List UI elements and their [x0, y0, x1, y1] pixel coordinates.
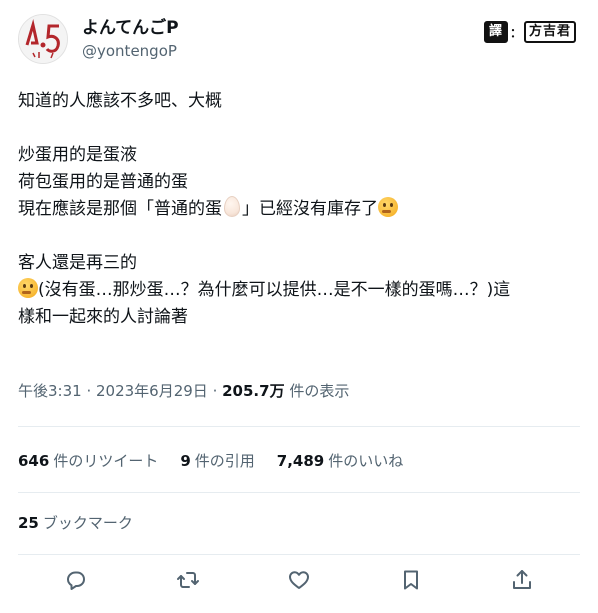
share-icon — [513, 570, 531, 589]
bookmark-label: ブックマーク — [42, 514, 133, 532]
quote-label: 件の引用 — [194, 452, 255, 470]
tweet-line: 現在應該是那個「普通的蛋 」已經沒有庫存了 — [18, 196, 583, 223]
bookmark-stat[interactable]: 25 ブックマーク — [18, 512, 133, 534]
retweet-stat[interactable]: 646 件のリツイート — [18, 450, 158, 472]
tweet-date[interactable]: 2023年6月29日 — [96, 382, 208, 400]
tweet-text: 知道的人應該不多吧、大概 炒蛋用的是蛋液 荷包蛋用的是普通的蛋 現在應該是那個「… — [18, 88, 583, 331]
reply-icon — [67, 571, 85, 590]
avatar[interactable] — [18, 14, 68, 64]
tweet-line: 炒蛋用的是蛋液 — [18, 145, 137, 165]
tweet-line: (沒有蛋…那炒蛋…？為什麼可以提供…是不一樣的蛋嗎…？)這 — [18, 277, 583, 304]
like-count: 7,489 — [276, 452, 325, 470]
tweet-time[interactable]: 午後3:31 — [18, 382, 82, 400]
divider — [18, 426, 580, 427]
tweet-header: よんてんごP @yontengoP 譯 ： 方吉君 — [18, 12, 580, 64]
translator-tag: 譯 — [483, 21, 508, 43]
like-icon — [289, 571, 309, 589]
display-name[interactable]: よんてんごP — [82, 18, 179, 38]
meta-separator: · — [81, 382, 96, 400]
like-label: 件のいいね — [328, 452, 404, 470]
egg-emoji-icon — [224, 196, 240, 217]
tweet-line: 知道的人應該不多吧、大概 — [18, 91, 222, 111]
view-count: 205.7万 — [222, 382, 285, 400]
tweet-line: 客人還是再三的 — [18, 253, 137, 273]
reply-button[interactable] — [62, 566, 90, 594]
bookmark-count: 25 — [18, 514, 39, 532]
divider — [18, 554, 580, 555]
engagement-stats: 646 件のリツイート 9 件の引用 7,489 件のいいね — [18, 450, 403, 472]
share-button[interactable] — [508, 566, 536, 594]
meta-separator: · — [207, 382, 223, 400]
tweet-line: 荷包蛋用的是普通的蛋 — [18, 172, 188, 192]
tweet-line: 樣和一起來的人討論著 — [18, 307, 188, 327]
retweet-button[interactable] — [174, 566, 202, 594]
translator-credit: 譯 ： 方吉君 — [483, 21, 576, 43]
user-handle[interactable]: @yontengoP — [82, 42, 177, 60]
retweet-icon — [176, 572, 199, 588]
translator-name: 方吉君 — [523, 21, 576, 43]
view-count-label: 件の表示 — [284, 382, 350, 400]
tweet-line-part: 現在應該是那個「普通的蛋 — [18, 199, 222, 219]
bookmark-icon — [403, 570, 418, 590]
avatar-image — [19, 15, 67, 63]
thinking-face-emoji-icon — [378, 197, 398, 217]
tweet-line-part: (沒有蛋…那炒蛋…？為什麼可以提供…是不一樣的蛋嗎…？)這 — [38, 280, 511, 300]
like-button[interactable] — [285, 566, 313, 594]
action-bar — [18, 566, 580, 600]
retweet-count: 646 — [18, 452, 50, 470]
bookmark-button[interactable] — [397, 566, 425, 594]
like-stat[interactable]: 7,489 件のいいね — [277, 450, 403, 472]
divider — [18, 492, 580, 493]
tweet-line-part: 」已經沒有庫存了 — [242, 199, 378, 219]
thinking-face-emoji-icon — [18, 278, 38, 298]
translator-separator: ： — [509, 25, 522, 40]
quote-count: 9 — [180, 452, 191, 470]
quote-stat[interactable]: 9 件の引用 — [180, 450, 254, 472]
retweet-label: 件のリツイート — [53, 452, 159, 470]
tweet-meta: 午後3:31 · 2023年6月29日 · 205.7万 件の表示 — [18, 381, 349, 401]
